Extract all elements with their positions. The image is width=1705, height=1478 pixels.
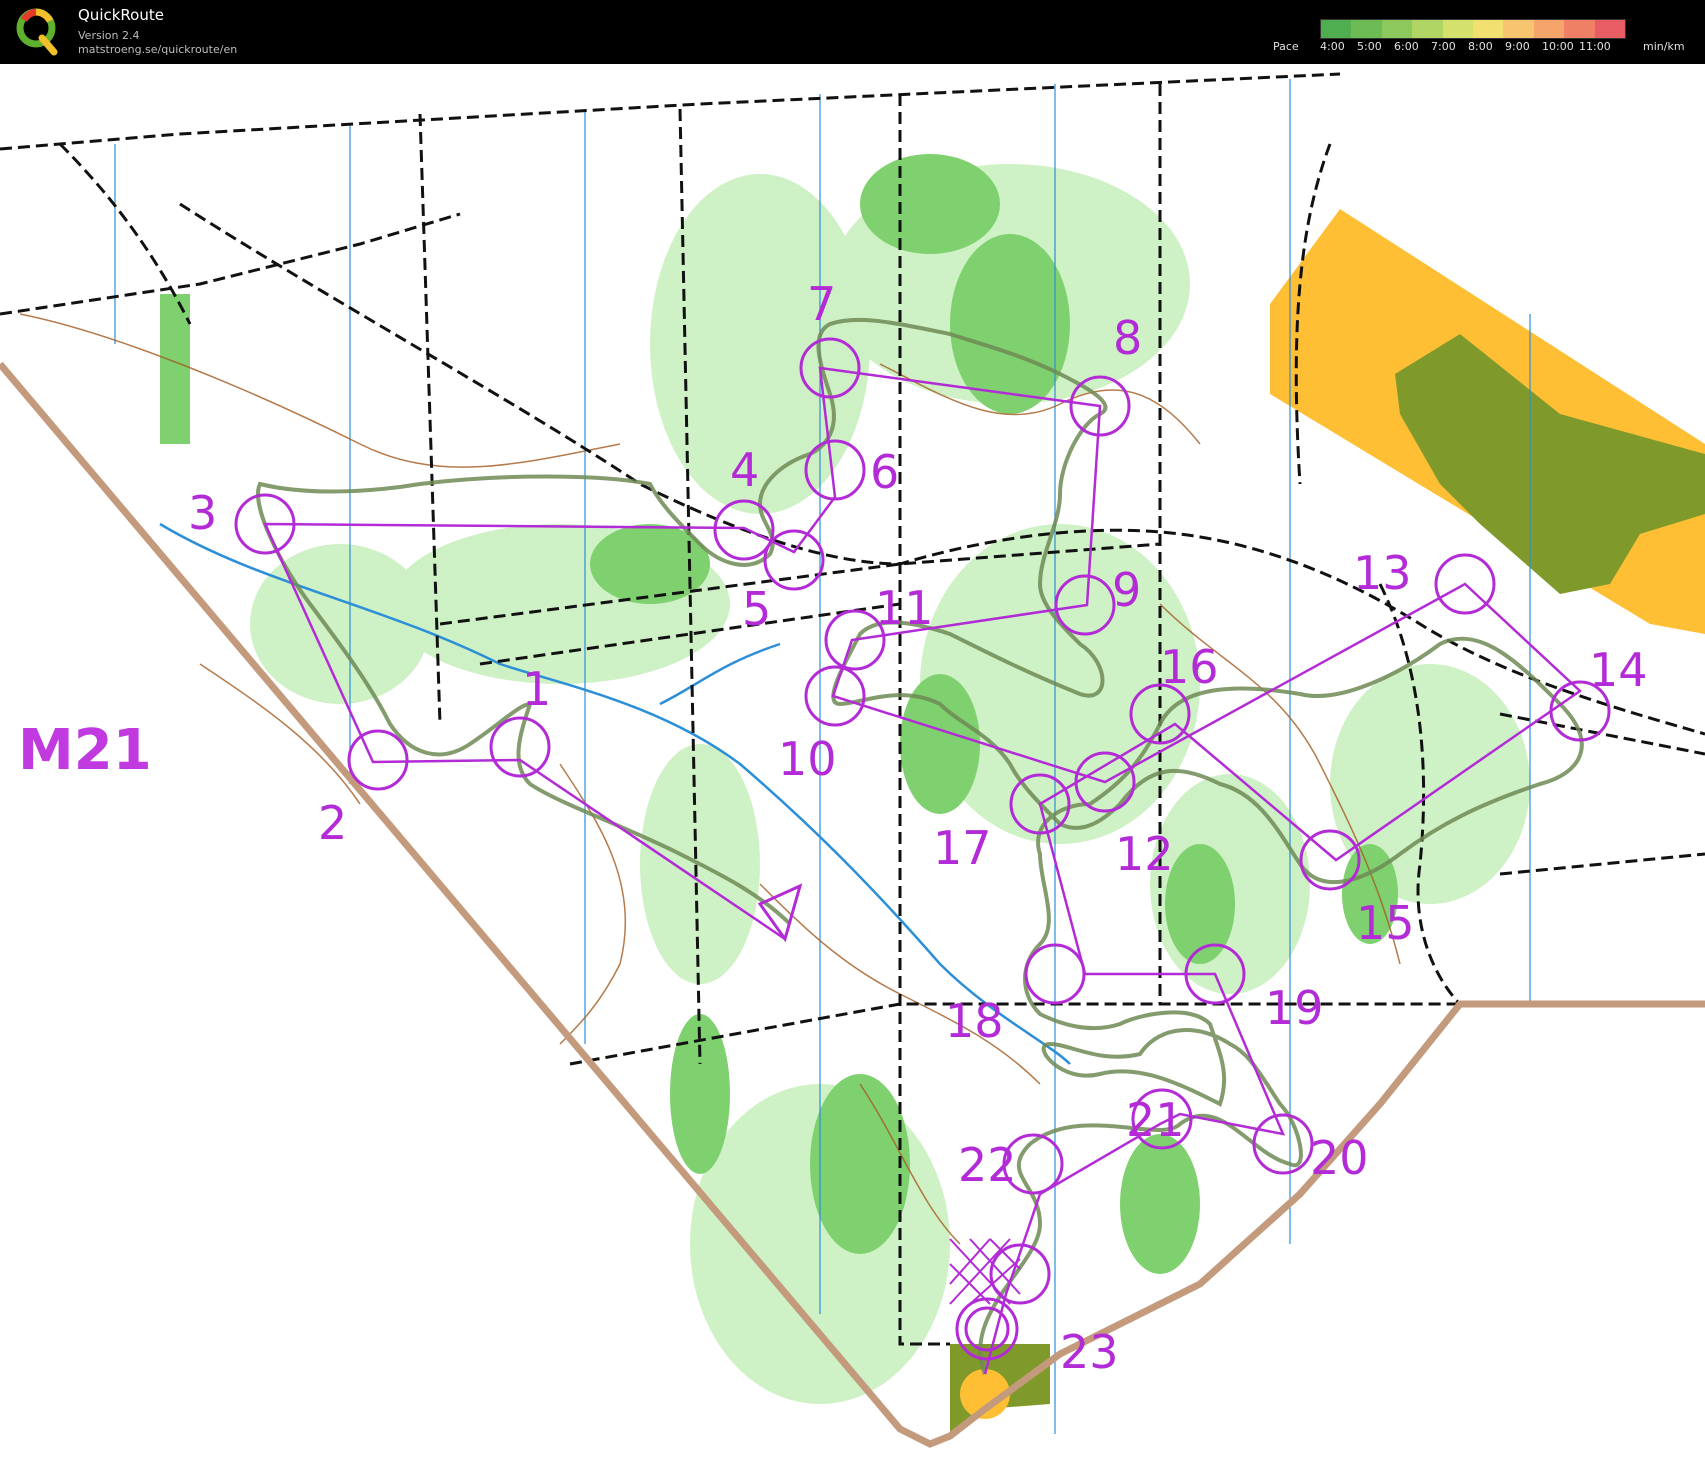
control-label-15: 15: [1356, 896, 1415, 950]
pace-tick-label: 4:00: [1320, 40, 1345, 53]
control-label-20: 20: [1310, 1131, 1369, 1185]
control-label-18: 18: [945, 994, 1004, 1048]
control-label-1: 1: [522, 662, 551, 716]
pace-tick-label: 5:00: [1357, 40, 1382, 53]
control-label-14: 14: [1589, 643, 1648, 697]
control-label-4: 4: [730, 443, 759, 497]
pace-color-segment: [1503, 20, 1534, 38]
app-header: QuickRoute Version 2.4 matstroeng.se/qui…: [0, 0, 1705, 64]
control-label-19: 19: [1265, 981, 1324, 1035]
pace-color-segment: [1412, 20, 1443, 38]
pace-color-segment: [1381, 20, 1413, 38]
control-label-7: 7: [807, 277, 836, 331]
pace-tick-label: 7:00: [1431, 40, 1456, 53]
control-label-11: 11: [875, 581, 934, 635]
control-label-21: 21: [1126, 1093, 1185, 1147]
pace-color-segment: [1473, 20, 1504, 38]
control-label-3: 3: [188, 486, 217, 540]
app-url[interactable]: matstroeng.se/quickroute/en: [78, 43, 237, 56]
pace-color-segment: [1442, 20, 1474, 38]
course-name: M21: [18, 718, 152, 783]
control-label-12: 12: [1115, 827, 1174, 881]
pace-color-segment: [1533, 20, 1565, 38]
pace-label: Pace: [1273, 40, 1299, 53]
pace-color-segment: [1594, 20, 1626, 38]
control-label-16: 16: [1160, 640, 1219, 694]
pace-color-segment: [1321, 20, 1352, 38]
orienteering-map[interactable]: 1 2 3 4 5 6 7 8 9 10 11 12 13 14 15 16 1…: [0, 64, 1705, 1478]
pace-color-scale: [1320, 19, 1626, 39]
pace-tick-label: 10:00: [1542, 40, 1574, 53]
pace-tick-label: 9:00: [1505, 40, 1530, 53]
pace-tick-label: 6:00: [1394, 40, 1419, 53]
control-label-2: 2: [318, 796, 347, 850]
pace-unit: min/km: [1643, 40, 1685, 53]
control-label-8: 8: [1113, 311, 1142, 365]
quickroute-logo-icon: [16, 8, 58, 56]
control-label-13: 13: [1353, 546, 1412, 600]
control-label-22: 22: [958, 1138, 1017, 1192]
pace-color-segment: [1351, 20, 1382, 38]
control-label-6: 6: [870, 445, 899, 499]
control-label-23: 23: [1060, 1325, 1119, 1379]
control-label-17: 17: [933, 821, 992, 875]
control-label-10: 10: [778, 732, 837, 786]
control-label-9: 9: [1112, 563, 1141, 617]
pace-color-segment: [1564, 20, 1595, 38]
pace-tick-labels: 4:00 5:00 6:00 7:00 8:00 9:00 10:00 11:00: [1320, 40, 1650, 56]
app-title: QuickRoute: [78, 6, 164, 24]
pace-tick-label: 8:00: [1468, 40, 1493, 53]
pace-tick-label: 11:00: [1579, 40, 1611, 53]
control-label-5: 5: [742, 582, 771, 636]
app-version: Version 2.4: [78, 29, 140, 42]
